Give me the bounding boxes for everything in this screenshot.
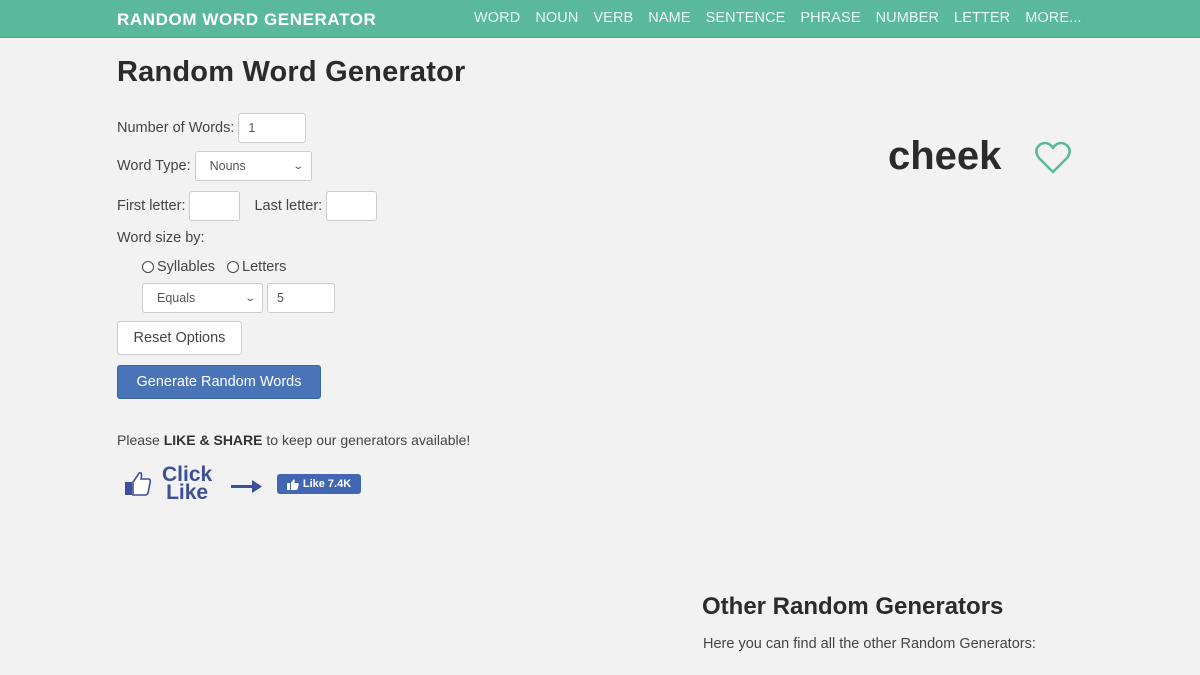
- generate-button[interactable]: Generate Random Words: [117, 365, 321, 399]
- word-type-row: Word Type: Nouns ⌄: [117, 151, 312, 181]
- word-type-select[interactable]: Nouns ⌄: [194, 151, 312, 181]
- number-of-words-label: Number of Words:: [117, 120, 235, 136]
- nav-link-letter[interactable]: LETTER: [954, 10, 1010, 26]
- fb-thumbs-up-icon: [286, 478, 299, 490]
- word-type-label: Word Type:: [117, 158, 191, 174]
- share-bold: LIKE & SHARE: [163, 432, 263, 448]
- word-type-value: Nouns: [209, 159, 246, 173]
- comparison-value: Equals: [157, 291, 196, 305]
- radio-syllables-label: Syllables: [157, 259, 216, 275]
- navbar: RANDOM WORD GENERATOR WORD NOUN VERB NAM…: [0, 0, 1200, 38]
- first-letter-input[interactable]: [189, 191, 241, 221]
- nav-link-noun[interactable]: NOUN: [535, 10, 578, 26]
- radio-letters-label: Letters: [242, 259, 287, 275]
- click-like-line2: Like: [166, 481, 209, 504]
- last-letter-label: Last letter:: [254, 198, 323, 214]
- heart-outline-icon[interactable]: [1034, 141, 1072, 175]
- share-prefix: Please: [117, 432, 164, 448]
- first-letter-label: First letter:: [117, 198, 186, 214]
- brand-link[interactable]: RANDOM WORD GENERATOR: [117, 10, 376, 30]
- size-value-input[interactable]: 5: [267, 283, 335, 313]
- size-compare-row: Equals ⌄ 5: [142, 283, 335, 313]
- nav-link-name[interactable]: NAME: [648, 10, 690, 26]
- thumbs-up-icon: [125, 471, 152, 496]
- share-message: Please LIKE & SHARE to keep our generato…: [117, 432, 470, 448]
- letter-row: First letter: Last letter:: [117, 191, 378, 221]
- arrow-right-icon: [231, 480, 262, 493]
- nav-link-phrase[interactable]: PHRASE: [800, 10, 860, 26]
- nav-link-number[interactable]: NUMBER: [876, 10, 939, 26]
- number-of-words-value: 1: [248, 121, 256, 135]
- fb-like-label: Like 7.4K: [302, 478, 352, 490]
- comparison-select[interactable]: Equals ⌄: [142, 283, 263, 313]
- radio-circle-icon: [142, 261, 154, 273]
- other-generators-title: Other Random Generators: [702, 593, 1004, 620]
- number-of-words-input[interactable]: 1: [238, 113, 307, 143]
- size-mode-row: Syllables Letters: [142, 259, 298, 275]
- size-value: 5: [277, 291, 284, 305]
- word-size-label: Word size by:: [117, 230, 205, 246]
- radio-circle-icon: [227, 261, 240, 273]
- number-of-words-row: Number of Words: 1: [117, 113, 307, 143]
- nav-link-verb[interactable]: VERB: [593, 10, 633, 26]
- reset-options-button[interactable]: Reset Options: [117, 321, 242, 355]
- facebook-like-button[interactable]: Like 7.4K: [277, 474, 361, 494]
- other-generators-description: Here you can find all the other Random G…: [703, 636, 1036, 652]
- radio-letters[interactable]: Letters: [227, 259, 286, 275]
- click-like-graphic: Click Like: [124, 464, 212, 504]
- last-letter-input[interactable]: [326, 191, 378, 221]
- nav-link-sentence[interactable]: SENTENCE: [706, 10, 786, 26]
- chevron-down-icon: ⌄: [243, 292, 256, 304]
- radio-syllables[interactable]: Syllables: [142, 259, 215, 275]
- generated-word: cheek: [888, 134, 1002, 178]
- nav-link-more[interactable]: MORE...: [1025, 10, 1081, 26]
- chevron-down-icon: ⌄: [292, 160, 305, 172]
- nav-links: WORD NOUN VERB NAME SENTENCE PHRASE NUMB…: [474, 10, 1097, 26]
- share-suffix: to keep our generators available!: [262, 432, 471, 448]
- nav-link-word[interactable]: WORD: [474, 10, 520, 26]
- word-size-row: Word size by:: [117, 230, 205, 246]
- click-like-text: Click Like: [162, 464, 212, 504]
- page-title: Random Word Generator: [117, 56, 466, 88]
